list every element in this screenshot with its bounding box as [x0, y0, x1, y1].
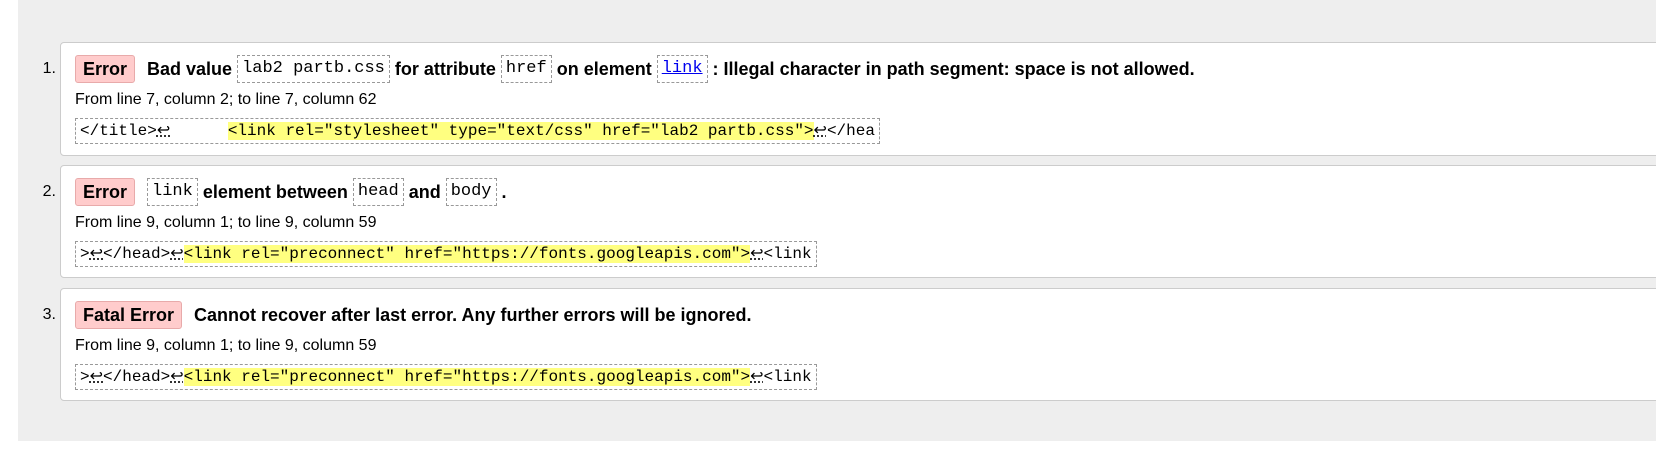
- line-feed-icon: ↩: [750, 245, 764, 263]
- line-feed-icon: ↩: [170, 245, 184, 263]
- extract-text: </title>: [80, 122, 157, 140]
- message-fragment: element between: [202, 181, 348, 202]
- extract-text: <link: [763, 368, 812, 386]
- extract-highlight: <link rel="preconnect" href="https://fon…: [183, 368, 751, 386]
- error-badge: Error: [75, 178, 136, 206]
- message-box: Fatal Error Cannot recover after last er…: [60, 288, 1656, 401]
- attribute-code: href: [500, 55, 552, 83]
- extract-text: >: [80, 245, 90, 263]
- error-badge: Error: [75, 55, 136, 83]
- element-code: link: [656, 55, 708, 83]
- extract-highlight: <link rel="preconnect" href="https://fon…: [183, 245, 751, 263]
- message-fragment: Bad value: [147, 58, 233, 79]
- message-fragment: and: [408, 181, 441, 202]
- source-location: From line 9, column 1; to line 9, column…: [75, 337, 377, 354]
- message-number: 3.: [42, 306, 56, 323]
- extract-text: [170, 122, 228, 140]
- element-spec-link[interactable]: link: [662, 59, 703, 78]
- message-number: 1.: [42, 60, 56, 77]
- source-location: From line 7, column 2; to line 7, column…: [75, 91, 377, 108]
- extract-text: </head>: [103, 368, 171, 386]
- message-text: Error Bad value lab2 partb.css for attri…: [75, 54, 1195, 84]
- message-box: Error link element between head and body…: [60, 165, 1656, 278]
- message-fragment: on element: [556, 58, 652, 79]
- message-fragment: .: [501, 181, 507, 202]
- message-number: 2.: [42, 183, 56, 200]
- message-fragment: for attribute: [394, 58, 496, 79]
- message-text: Fatal Error Cannot recover after last er…: [75, 300, 752, 330]
- line-feed-icon: ↩: [750, 368, 764, 386]
- extract-text: <link: [763, 245, 812, 263]
- fatal-error-badge: Fatal Error: [75, 301, 183, 329]
- source-extract: </title>↩ <link rel="stylesheet" type="t…: [75, 118, 880, 144]
- source-extract: >↩</head>↩<link rel="preconnect" href="h…: [75, 364, 817, 390]
- extract-text: </hea: [826, 122, 875, 140]
- line-feed-icon: ↩: [156, 122, 171, 140]
- extract-text: >: [80, 368, 90, 386]
- element-code: head: [352, 178, 404, 206]
- extract-highlight: <link rel="stylesheet" type="text/css" h…: [227, 122, 814, 140]
- line-feed-icon: ↩: [89, 245, 104, 263]
- source-location: From line 9, column 1; to line 9, column…: [75, 214, 377, 231]
- source-extract: >↩</head>↩<link rel="preconnect" href="h…: [75, 241, 817, 267]
- message-box: Error Bad value lab2 partb.css for attri…: [60, 42, 1656, 156]
- line-feed-icon: ↩: [89, 368, 104, 386]
- line-feed-icon: ↩: [813, 122, 827, 140]
- element-code: body: [445, 178, 497, 206]
- message-fragment: : Illegal character in path segment: spa…: [712, 58, 1195, 79]
- line-feed-icon: ↩: [170, 368, 184, 386]
- message-text: Error link element between head and body…: [75, 177, 507, 207]
- element-code: link: [147, 178, 198, 206]
- value-code: lab2 partb.css: [237, 55, 390, 83]
- message-fragment: Cannot recover after last error. Any fur…: [194, 304, 752, 325]
- extract-text: </head>: [103, 245, 171, 263]
